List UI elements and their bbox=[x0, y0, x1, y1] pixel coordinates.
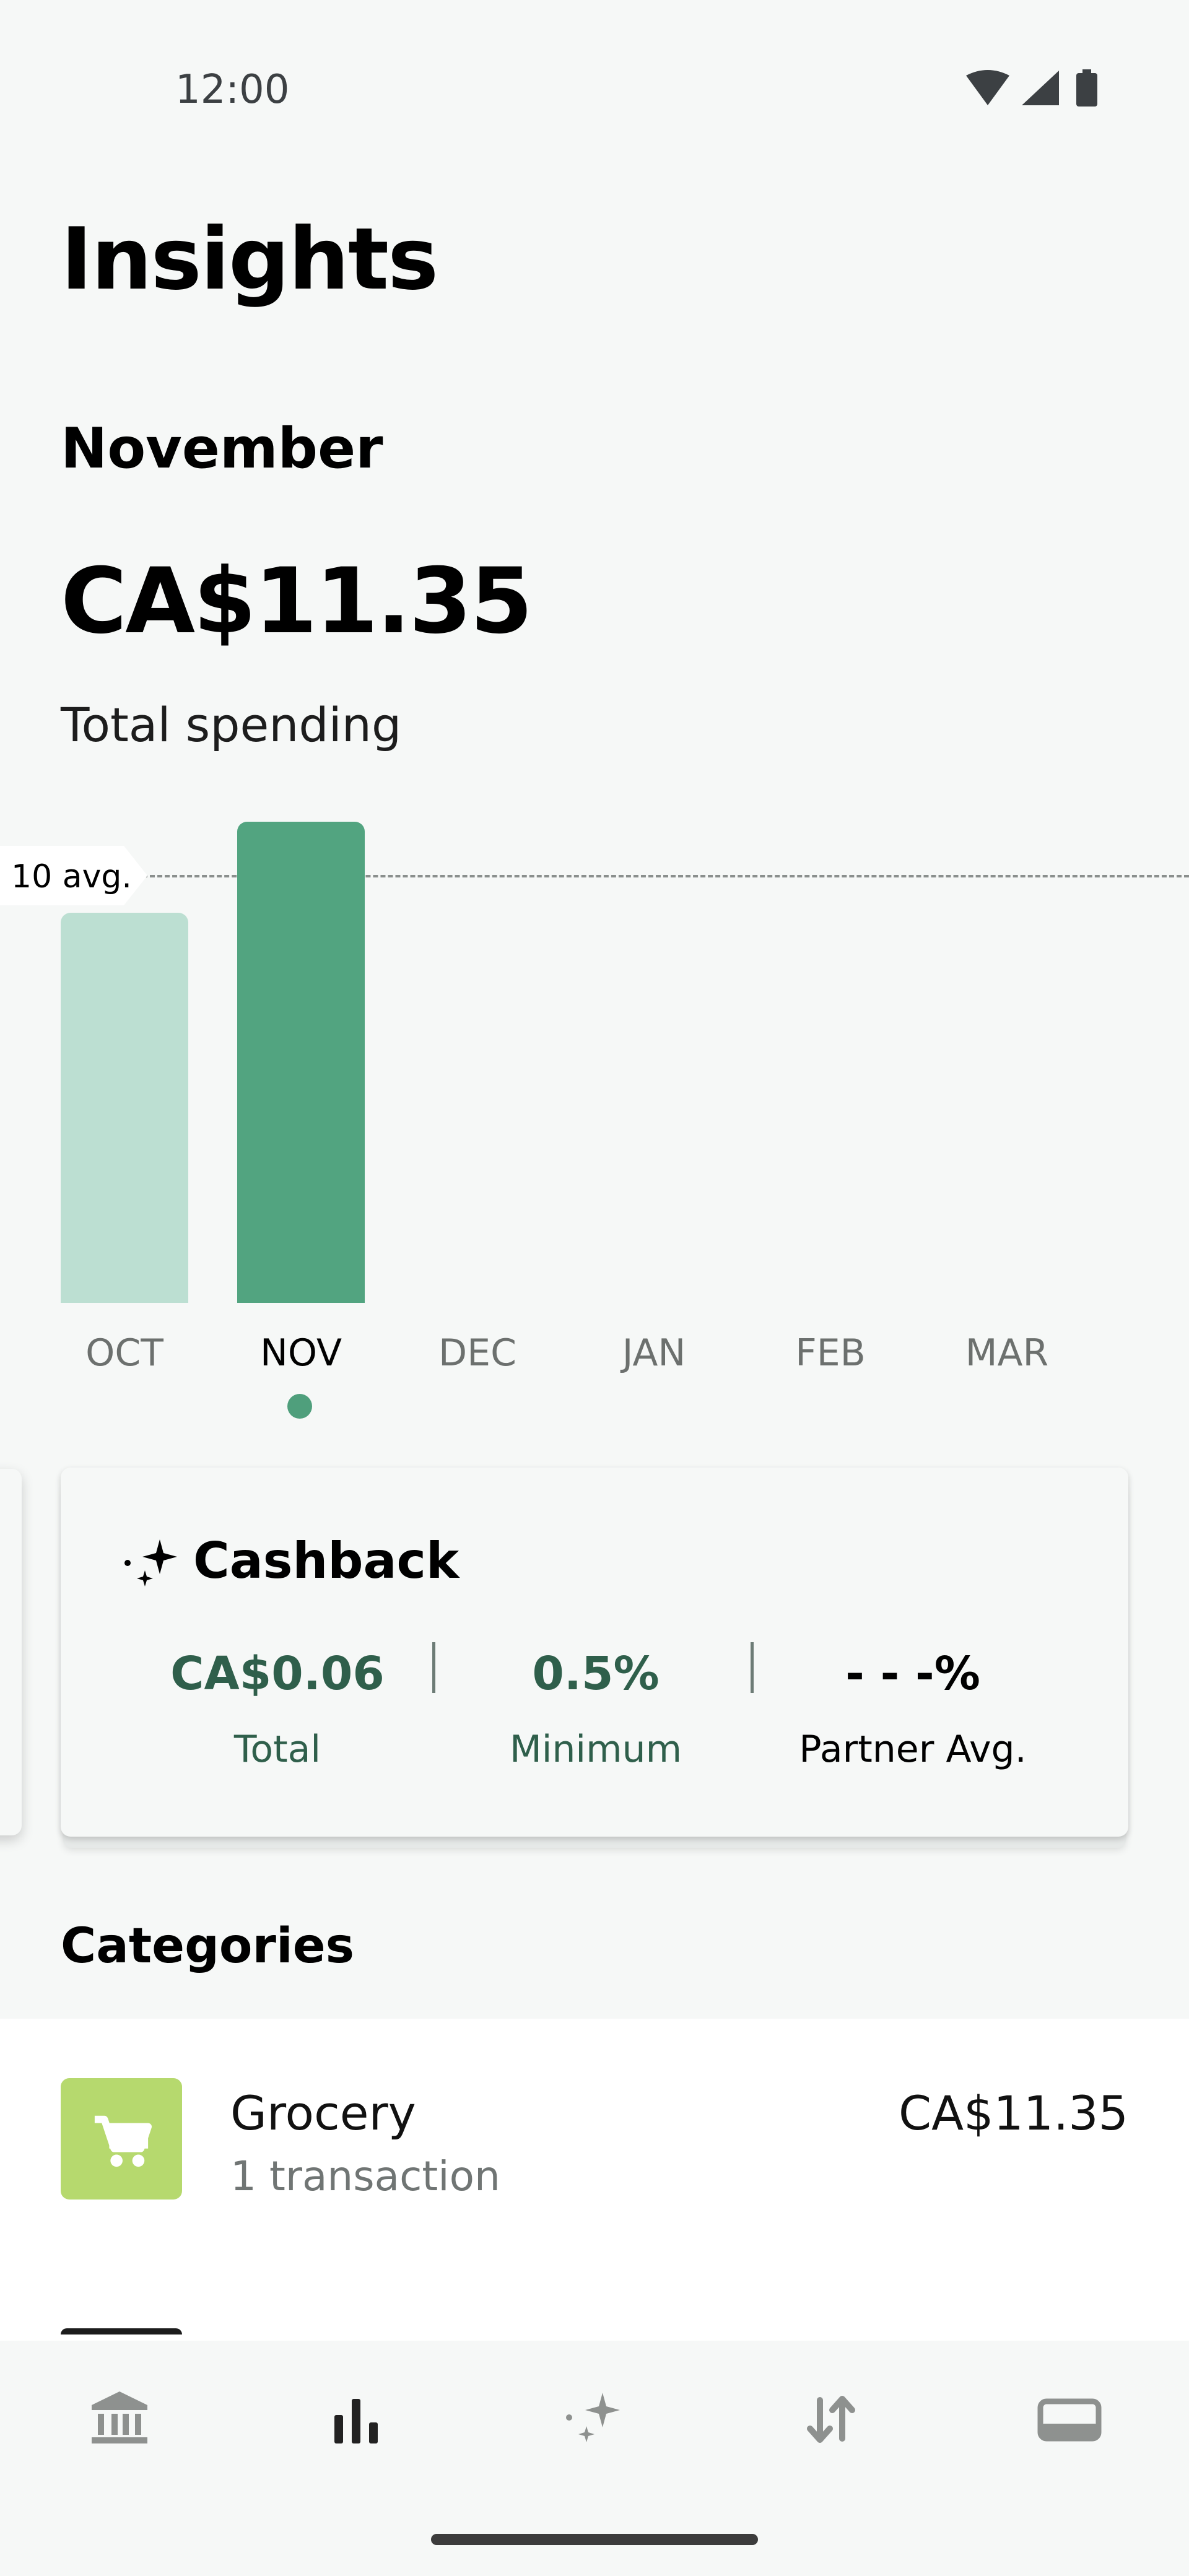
battery-icon bbox=[1076, 73, 1097, 107]
selected-month-indicator bbox=[287, 1394, 312, 1419]
month-label-feb[interactable]: FEB bbox=[769, 1331, 892, 1375]
cashback-partner-avg-value: - - -% bbox=[845, 1647, 980, 1700]
stat-divider bbox=[751, 1642, 754, 1693]
total-spending-amount: CA$11.35 bbox=[61, 549, 533, 654]
month-label-mar[interactable]: MAR bbox=[945, 1331, 1069, 1375]
selected-month-label: November bbox=[61, 416, 383, 481]
next-category-icon-edge bbox=[61, 2328, 182, 2334]
category-amount: CA$11.35 bbox=[899, 2086, 1128, 2141]
status-time: 12:00 bbox=[175, 67, 290, 113]
category-icon bbox=[61, 2078, 182, 2200]
insights-bar-icon[interactable] bbox=[322, 2385, 390, 2453]
cashback-partner-avg-label: Partner Avg. bbox=[799, 1728, 1027, 1771]
cashback-minimum-label: Minimum bbox=[509, 1728, 682, 1771]
month-label-nov[interactable]: NOV bbox=[239, 1331, 363, 1375]
sparkle-icon[interactable] bbox=[560, 2385, 629, 2453]
category-name[interactable]: Grocery bbox=[230, 2086, 416, 2141]
status-icons bbox=[966, 69, 1097, 107]
average-label: 10 avg. bbox=[11, 858, 132, 895]
bar-oct[interactable] bbox=[61, 913, 188, 1303]
category-transaction-count: 1 transaction bbox=[230, 2152, 500, 2200]
bank-icon[interactable] bbox=[85, 2385, 154, 2453]
bar-nov[interactable] bbox=[237, 822, 365, 1303]
page-title: Insights bbox=[61, 209, 438, 309]
categories-title: Categories bbox=[61, 1918, 355, 1974]
wifi-icon bbox=[966, 70, 1009, 105]
month-label-jan[interactable]: JAN bbox=[592, 1331, 716, 1375]
home-indicator[interactable] bbox=[431, 2534, 758, 2545]
cart-icon bbox=[94, 2115, 152, 2167]
previous-card-edge[interactable] bbox=[0, 1469, 22, 1835]
cashback-total-label: Total bbox=[233, 1728, 321, 1771]
cashback-minimum-value: 0.5% bbox=[532, 1647, 660, 1700]
month-label-oct[interactable]: OCT bbox=[63, 1331, 186, 1375]
cashback-title: Cashback bbox=[193, 1532, 459, 1590]
total-spending-label: Total spending bbox=[61, 697, 402, 752]
sparkle-icon bbox=[124, 1539, 177, 1586]
card-icon[interactable] bbox=[1035, 2385, 1104, 2453]
signal-icon bbox=[1022, 71, 1059, 105]
stat-divider bbox=[432, 1642, 435, 1693]
transfer-icon[interactable] bbox=[798, 2385, 866, 2453]
cashback-total-value: CA$0.06 bbox=[170, 1647, 385, 1700]
month-label-dec[interactable]: DEC bbox=[416, 1331, 539, 1375]
